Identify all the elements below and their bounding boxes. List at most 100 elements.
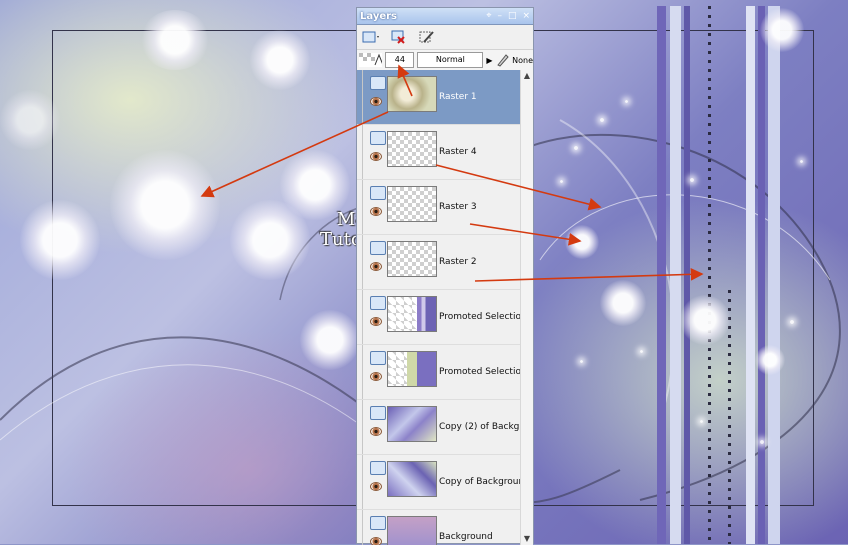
new-layer-button[interactable] <box>361 28 381 46</box>
sparkle <box>700 420 703 423</box>
layer-thumbnail <box>387 186 437 222</box>
layer-properties-bar: 44 Normal ▶ None <box>357 50 533 71</box>
layer-type-icon <box>370 131 386 145</box>
stripe <box>768 6 780 544</box>
layer-thumbnail <box>387 406 437 442</box>
layer-name: Copy (2) of Backgrou <box>439 422 522 432</box>
transparency-icon <box>359 53 383 67</box>
opacity-field[interactable]: 44 <box>385 52 415 68</box>
layers-scrollbar[interactable]: ▲ ▼ <box>520 70 533 545</box>
sparkle <box>580 360 583 363</box>
flower <box>760 8 804 52</box>
flower <box>565 225 599 259</box>
new-layer-icon <box>362 31 379 43</box>
flower <box>755 345 785 375</box>
layer-thumbnail <box>387 351 437 387</box>
layer-type-icon <box>370 516 386 530</box>
flower <box>300 310 360 370</box>
scroll-down-icon[interactable]: ▼ <box>521 533 533 545</box>
flower <box>680 295 730 345</box>
sparkle <box>560 180 563 183</box>
tree-line <box>362 125 363 179</box>
layers-list: Raster 1 Raster 4 Raster 3 Raster 2 Promoted… <box>357 70 522 545</box>
layer-type-icon <box>370 406 386 420</box>
tree-line <box>362 290 363 344</box>
delete-layer-icon <box>391 30 405 44</box>
layer-type-icon <box>370 351 386 365</box>
delete-layer-button[interactable] <box>389 28 409 46</box>
layer-row[interactable]: Promoted Selection <box>357 290 522 345</box>
stripe <box>684 6 690 544</box>
tree-line <box>362 345 363 399</box>
layer-thumbnail <box>387 516 437 545</box>
layer-type-icon <box>370 461 386 475</box>
layer-row[interactable]: Raster 2 <box>357 235 522 290</box>
brush-icon[interactable] <box>496 53 510 67</box>
edit-mask-button[interactable] <box>417 28 437 46</box>
layer-thumbnail <box>387 131 437 167</box>
layer-name: Promoted Selection <box>439 312 522 322</box>
visibility-eye-icon[interactable] <box>370 152 382 161</box>
flower <box>600 280 646 326</box>
palette-title: Layers <box>360 10 397 22</box>
stripe <box>657 6 666 544</box>
layer-name: Raster 4 <box>439 147 477 157</box>
sparkle <box>790 320 794 324</box>
layer-type-icon <box>370 76 386 90</box>
sparkle <box>574 146 578 150</box>
tree-line <box>362 510 363 545</box>
layer-name: Raster 2 <box>439 257 477 267</box>
palette-toolbar <box>357 25 533 50</box>
layer-name: Raster 1 <box>439 92 477 102</box>
stripe <box>758 6 765 544</box>
stripe <box>746 6 755 544</box>
layer-row[interactable]: Background <box>357 510 522 545</box>
blend-mode-select[interactable]: Normal <box>417 52 484 68</box>
visibility-eye-icon[interactable] <box>370 262 382 271</box>
layer-row[interactable]: Copy (2) of Backgrou <box>357 400 522 455</box>
tree-line <box>362 400 363 454</box>
layer-row[interactable]: Raster 1 <box>357 70 522 125</box>
layer-thumbnail <box>387 461 437 497</box>
visibility-eye-icon[interactable] <box>370 427 382 436</box>
layer-type-icon <box>370 186 386 200</box>
visibility-eye-icon[interactable] <box>370 372 382 381</box>
blend-arrow-icon[interactable]: ▶ <box>486 56 492 65</box>
layer-name: Background <box>439 532 493 542</box>
sparkle <box>690 178 694 182</box>
sparkle <box>625 100 628 103</box>
minimize-icon[interactable]: – <box>497 11 502 21</box>
pin-icon[interactable]: ⌖ <box>486 11 491 21</box>
flower <box>110 150 220 260</box>
layer-name: Promoted Selection 1 <box>439 367 522 377</box>
layer-row[interactable]: Raster 3 <box>357 180 522 235</box>
maximize-icon[interactable]: □ <box>508 11 517 21</box>
sparkle <box>600 118 604 122</box>
layer-type-icon <box>370 296 386 310</box>
flower <box>140 10 210 70</box>
palette-titlebar[interactable]: Layers ⌖ – □ × <box>357 8 533 25</box>
scroll-up-icon[interactable]: ▲ <box>521 70 533 82</box>
layer-thumbnail <box>387 296 437 332</box>
mask-link-label[interactable]: None <box>512 56 533 65</box>
tree-line <box>362 455 363 509</box>
layer-row[interactable]: Promoted Selection 1 <box>357 345 522 400</box>
tree-line <box>362 235 363 289</box>
layer-type-icon <box>370 241 386 255</box>
layer-thumbnail <box>387 241 437 277</box>
sparkle <box>760 440 764 444</box>
layer-row[interactable]: Raster 4 <box>357 125 522 180</box>
visibility-eye-icon[interactable] <box>370 97 382 106</box>
edit-mask-icon <box>419 31 434 43</box>
visibility-eye-icon[interactable] <box>370 207 382 216</box>
flower <box>250 30 310 90</box>
sparkle <box>800 160 803 163</box>
visibility-eye-icon[interactable] <box>370 482 382 491</box>
visibility-eye-icon[interactable] <box>370 317 382 326</box>
dotted-line <box>708 6 711 544</box>
close-icon[interactable]: × <box>522 11 530 21</box>
flower <box>20 200 100 280</box>
layers-palette: Layers ⌖ – □ × 44 Normal ▶ None Raster 1… <box>356 7 534 545</box>
flower <box>0 90 60 150</box>
layer-row[interactable]: Copy of Background <box>357 455 522 510</box>
